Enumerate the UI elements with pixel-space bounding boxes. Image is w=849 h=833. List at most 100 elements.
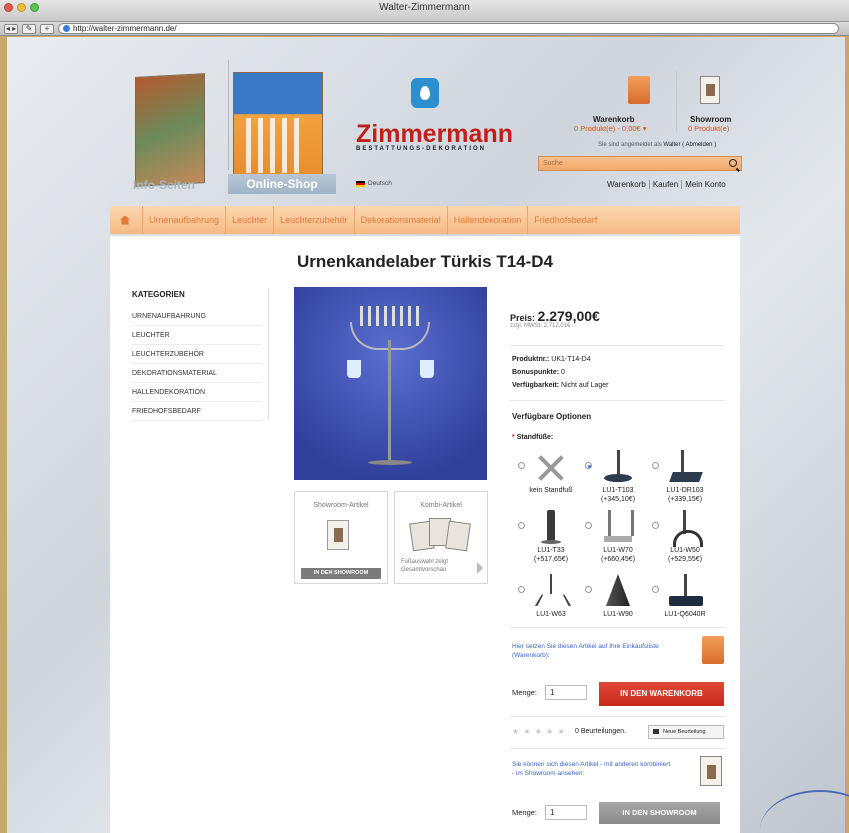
logo-text[interactable]: Zimmermann [356,120,513,149]
logo-drop-icon[interactable] [411,78,439,108]
option-lu1-t103[interactable]: LU1-T103 (+345,10€) [585,450,651,504]
divider [510,345,724,346]
category-item-friedhofsbedarf[interactable]: FRIEDHOFSBEDARF [132,402,262,421]
add-bookmark-button[interactable]: + [40,23,54,34]
tube-stand-icon [533,510,569,544]
account-links: Warenkorb Kaufen Mein Konto [604,180,729,189]
option-lu1-dr103[interactable]: LU1-DR103 (+339,15€) [652,450,718,504]
divider [510,627,724,628]
kombi-cards-icon[interactable] [409,518,471,552]
category-item-leuchter[interactable]: LEUCHTER [132,326,262,345]
chevron-right-icon[interactable] [477,562,483,574]
option-name: kein Standfuß [529,487,573,494]
language-selector[interactable]: Deutsch [356,180,392,187]
showroom-preview-icon[interactable] [327,520,349,550]
option-lu1-w63[interactable]: LU1-W63 [518,574,584,619]
nav-item-urnenaufbahrung[interactable]: Urnenaufbahrung [142,206,225,234]
option-lu1-w70[interactable]: LU1-W70 (+660,45€) [585,510,651,564]
add-to-showroom-button[interactable]: IN DEN SHOWROOM [599,802,720,824]
showroom-hint: Sie können sich diesen Artikel - mit and… [512,761,671,777]
option-lu1-w90[interactable]: LU1-W90 [585,574,651,619]
kombi-article-box: Kombi-Artikel Fußauswahl zeigt Gesamtvor… [394,491,488,584]
language-label: Deutsch [368,180,392,187]
urn-cup-right-graphic [420,360,434,378]
tab-info-seiten[interactable]: Info-Seiten [133,178,195,192]
option-kein-standfuss[interactable]: kein Standfuß [518,450,584,495]
search-icon[interactable] [729,159,737,167]
showroom-article-title: Showroom-Artikel [313,502,369,509]
shopping-bag-icon[interactable] [628,76,650,104]
header-divider [228,60,229,170]
divider [510,748,724,749]
quantity-label: Menge: [512,688,538,697]
close-window-button[interactable] [4,3,13,12]
sidebar-divider [268,288,269,420]
header-cart-divider [676,70,677,132]
new-review-button[interactable]: Neue Beurteilung [648,725,724,739]
header-product-image-1[interactable] [135,73,205,187]
search-placeholder: Suche [543,160,563,167]
nav-item-dekorationsmaterial[interactable]: Dekorationsmaterial [353,206,447,234]
option-radio[interactable] [518,522,525,529]
kombi-article-title: Kombi-Artikel [420,502,462,509]
option-radio[interactable] [652,586,659,593]
login-user-link[interactable]: Walter ( Abmelden ) [663,142,716,148]
chat-icon [653,729,659,734]
tab-online-shop[interactable]: Online-Shop [228,174,336,194]
option-radio[interactable] [585,586,592,593]
categories-heading: KATEGORIEN [132,290,185,299]
nav-item-leuchterzubehoer[interactable]: Leuchterzubehör [273,206,354,234]
quantity-input[interactable]: 1 [545,685,587,700]
search-input[interactable]: Suche [538,156,742,171]
option-radio-selected[interactable] [585,462,592,469]
nav-item-leuchter[interactable]: Leuchter [225,206,273,234]
home-icon[interactable] [120,215,130,225]
option-lu1-t33[interactable]: LU1-T33 (+517,65€) [518,510,584,564]
new-review-label: Neue Beurteilung [663,729,706,735]
category-item-dekorationsmaterial[interactable]: DEKORATIONSMATERIAL [132,364,262,383]
option-name: LU1-T103 [602,487,634,494]
nav-item-friedhofsbedarf[interactable]: Friedhofsbedarf [527,206,603,234]
option-radio[interactable] [585,522,592,529]
option-price: (+660,45€) [600,556,636,563]
option-price: (+517,65€) [533,556,569,563]
option-lu1-q6040r[interactable]: LU1-Q6040R [652,574,718,619]
header-product-image-2[interactable] [233,72,323,190]
w-stand-icon [600,510,636,544]
link-warenkorb[interactable]: Warenkorb [604,180,649,189]
showroom-summary[interactable]: 0 Produkt(e) [688,124,729,133]
option-radio[interactable] [652,462,659,469]
cart-summary[interactable]: 0 Produkt(e) - 0,00€ ▾ [574,124,647,133]
reviews-count: 0 Beurteilungen. [575,728,626,735]
category-item-hallendekoration[interactable]: HALLENDEKORATION [132,383,262,402]
divider [510,400,724,401]
wrench-icon[interactable]: ✎ [22,23,36,34]
option-radio[interactable] [652,522,659,529]
category-item-urnenaufbahrung[interactable]: URNENAUFBAHRUNG [132,307,262,326]
option-price: (+345,10€) [600,496,636,503]
meta-value: Nicht auf Lager [561,382,609,389]
link-kaufen[interactable]: Kaufen [648,180,682,189]
address-bar[interactable]: http://walter-zimmermann.de/ [58,23,839,34]
thumb-showroom-button[interactable]: IN DEN SHOWROOM [301,568,381,579]
meta-value: 0 [561,369,565,376]
link-mein-konto[interactable]: Mein Konto [681,180,729,189]
quantity-input-2[interactable]: 1 [545,805,587,820]
price-label: Preis: 2.279,00€ [510,308,600,324]
maximize-window-button[interactable] [30,3,39,12]
cart-title[interactable]: Warenkorb [593,115,635,124]
showroom-icon [700,756,722,786]
nav-item-hallendekoration[interactable]: Hallendekoration [446,206,528,234]
option-radio[interactable] [518,462,525,469]
option-lu1-w50[interactable]: LU1-W50 (+529,55€) [652,510,718,564]
add-to-cart-button[interactable]: IN DEN WARENKORB [599,682,724,706]
no-stand-icon [533,450,569,484]
option-name: LU1-W63 [536,611,566,618]
browser-toolbar: ◂ ▸ ✎ + http://walter-zimmermann.de/ [0,22,849,36]
category-item-leuchterzubehoer[interactable]: LEUCHTERZUBEHÖR [132,345,262,364]
showroom-title[interactable]: Showroom [690,115,731,124]
back-forward-button[interactable]: ◂ ▸ [4,23,18,34]
showroom-icon[interactable] [700,76,720,104]
minimize-window-button[interactable] [17,3,26,12]
option-radio[interactable] [518,586,525,593]
